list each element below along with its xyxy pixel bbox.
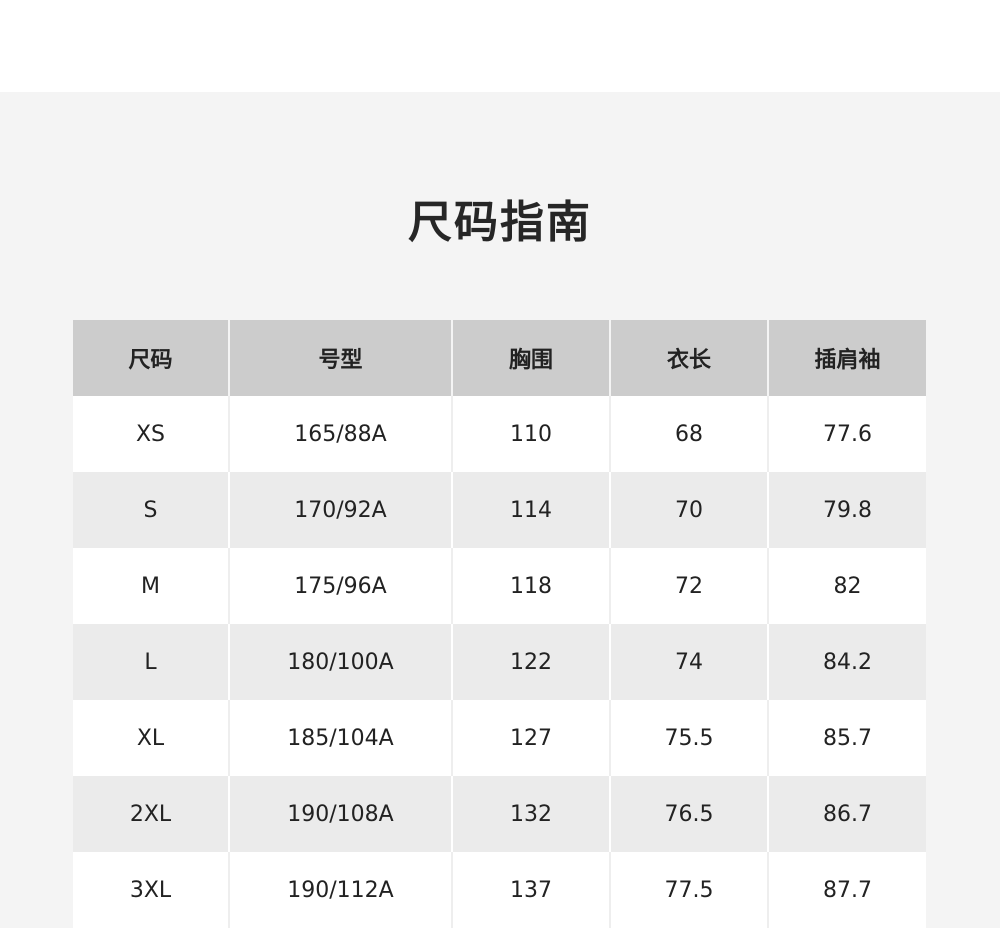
cell-size: L (73, 624, 229, 700)
table-row: 2XL 190/108A 132 76.5 86.7 (73, 776, 926, 852)
size-table: 尺码 号型 胸围 衣长 插肩袖 XS 165/88A 110 68 77.6 S… (73, 320, 926, 928)
header-size: 尺码 (73, 320, 229, 396)
cell-length: 68 (609, 396, 768, 472)
top-band (0, 0, 1000, 92)
cell-chest: 127 (451, 700, 610, 776)
cell-sleeve: 85.7 (767, 700, 926, 776)
cell-size: XS (73, 396, 229, 472)
cell-sleeve: 82 (767, 548, 926, 624)
cell-length: 70 (609, 472, 768, 548)
page-title: 尺码指南 (408, 197, 592, 248)
cell-model: 185/104A (228, 700, 452, 776)
table-header-row: 尺码 号型 胸围 衣长 插肩袖 (73, 320, 926, 396)
header-sleeve: 插肩袖 (767, 320, 926, 396)
table-row: S 170/92A 114 70 79.8 (73, 472, 926, 548)
cell-size: XL (73, 700, 229, 776)
cell-length: 77.5 (609, 852, 768, 928)
table-row: XS 165/88A 110 68 77.6 (73, 396, 926, 472)
table-row: XL 185/104A 127 75.5 85.7 (73, 700, 926, 776)
cell-size: M (73, 548, 229, 624)
table-row: 3XL 190/112A 137 77.5 87.7 (73, 852, 926, 928)
cell-model: 170/92A (228, 472, 452, 548)
cell-sleeve: 87.7 (767, 852, 926, 928)
cell-sleeve: 79.8 (767, 472, 926, 548)
table-row: L 180/100A 122 74 84.2 (73, 624, 926, 700)
cell-chest: 118 (451, 548, 610, 624)
cell-chest: 114 (451, 472, 610, 548)
cell-length: 76.5 (609, 776, 768, 852)
cell-size: S (73, 472, 229, 548)
header-length: 衣长 (609, 320, 768, 396)
cell-chest: 110 (451, 396, 610, 472)
cell-chest: 137 (451, 852, 610, 928)
cell-sleeve: 77.6 (767, 396, 926, 472)
cell-sleeve: 84.2 (767, 624, 926, 700)
table-row: M 175/96A 118 72 82 (73, 548, 926, 624)
cell-sleeve: 86.7 (767, 776, 926, 852)
cell-model: 175/96A (228, 548, 452, 624)
cell-length: 75.5 (609, 700, 768, 776)
header-model: 号型 (228, 320, 452, 396)
cell-chest: 122 (451, 624, 610, 700)
cell-size: 2XL (73, 776, 229, 852)
cell-chest: 132 (451, 776, 610, 852)
cell-model: 180/100A (228, 624, 452, 700)
cell-model: 190/112A (228, 852, 452, 928)
cell-length: 72 (609, 548, 768, 624)
cell-length: 74 (609, 624, 768, 700)
cell-model: 165/88A (228, 396, 452, 472)
header-chest: 胸围 (451, 320, 610, 396)
cell-model: 190/108A (228, 776, 452, 852)
cell-size: 3XL (73, 852, 229, 928)
